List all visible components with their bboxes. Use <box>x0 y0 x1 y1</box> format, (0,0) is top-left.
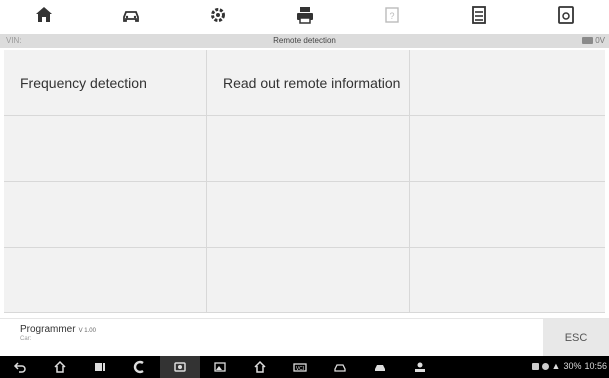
svg-text:VCI: VCI <box>296 366 304 372</box>
back-button[interactable] <box>0 356 40 378</box>
vehicle-swap-button[interactable] <box>87 0 174 30</box>
data-manager-button[interactable] <box>435 0 522 30</box>
camera-button[interactable] <box>160 356 200 378</box>
recent-apps-button[interactable] <box>80 356 120 378</box>
message-icon <box>531 362 539 370</box>
app-info: Programmer V 1.00 <box>20 324 96 335</box>
car-button[interactable] <box>360 356 400 378</box>
remote-support-button[interactable] <box>400 356 440 378</box>
top-toolbar: ? <box>0 0 609 30</box>
recent-apps-icon <box>95 363 105 371</box>
nav-home-icon <box>54 360 66 373</box>
back-icon <box>13 362 26 373</box>
battery-icon <box>582 37 594 44</box>
grid-cell-empty <box>410 50 605 116</box>
autel-home-icon <box>254 360 266 373</box>
screenshot-button[interactable] <box>522 0 609 30</box>
footer-bar: Programmer V 1.00 Car: ESC <box>0 318 609 357</box>
voltage-indicator: 0V <box>582 36 605 45</box>
esc-button[interactable]: ESC <box>543 319 609 357</box>
car-icon <box>375 365 385 371</box>
wifi-icon: ▲ <box>551 361 561 371</box>
camera-icon <box>174 362 186 372</box>
frequency-detection-tile[interactable]: Frequency detection <box>4 50 207 116</box>
vci-button[interactable]: VCI <box>280 356 320 378</box>
vci-icon: VCI <box>293 363 307 372</box>
vehicle-shortcut-icon <box>334 364 346 372</box>
car-label: Car: <box>20 336 32 342</box>
grid-cell-empty <box>410 182 605 248</box>
function-grid: Frequency detection Read out remote info… <box>4 50 605 313</box>
home-button[interactable] <box>0 0 87 30</box>
svg-text:?: ? <box>389 11 394 21</box>
android-nav-bar: VCI ▲ 30% 10:56 <box>0 356 609 378</box>
home-icon <box>35 7 52 22</box>
vehicle-swap-icon <box>122 11 139 22</box>
grid-cell-empty <box>410 248 605 313</box>
autel-home-button[interactable] <box>240 356 280 378</box>
vehicle-shortcut-button[interactable] <box>320 356 360 378</box>
voltage-value: 0V <box>595 36 605 45</box>
gps-icon <box>541 362 549 370</box>
app-version: V 1.00 <box>78 328 96 334</box>
clock: 10:56 <box>584 361 607 371</box>
diagnose-shortcut-icon <box>133 360 144 374</box>
status-area: ▲ 30% 10:56 <box>531 361 607 371</box>
grid-cell-empty <box>207 182 410 248</box>
settings-gear-icon <box>210 8 225 22</box>
settings-button[interactable] <box>174 0 261 30</box>
screenshot-icon <box>557 6 574 24</box>
battery-level: 30% <box>563 361 582 371</box>
print-button[interactable] <box>261 0 348 30</box>
grid-cell-empty <box>410 116 605 182</box>
grid-cell-empty <box>207 248 410 313</box>
app-name: Programmer <box>20 324 76 335</box>
diagnose-shortcut-button[interactable] <box>120 356 160 378</box>
read-remote-info-tile[interactable]: Read out remote information <box>207 50 410 116</box>
title-bar: VIN: Remote detection 0V <box>0 34 609 48</box>
image-viewer-icon <box>214 362 226 372</box>
grid-cell-empty <box>4 116 207 182</box>
nav-home-button[interactable] <box>40 356 80 378</box>
grid-cell-empty <box>4 182 207 248</box>
print-icon <box>296 7 313 24</box>
grid-cell-empty <box>4 248 207 313</box>
help-icon: ? <box>384 7 399 23</box>
remote-support-icon <box>415 362 425 372</box>
page-title: Remote detection <box>273 36 336 45</box>
data-manager-icon <box>471 6 486 24</box>
help-button[interactable]: ? <box>348 0 435 30</box>
image-viewer-button[interactable] <box>200 356 240 378</box>
grid-cell-empty <box>207 116 410 182</box>
